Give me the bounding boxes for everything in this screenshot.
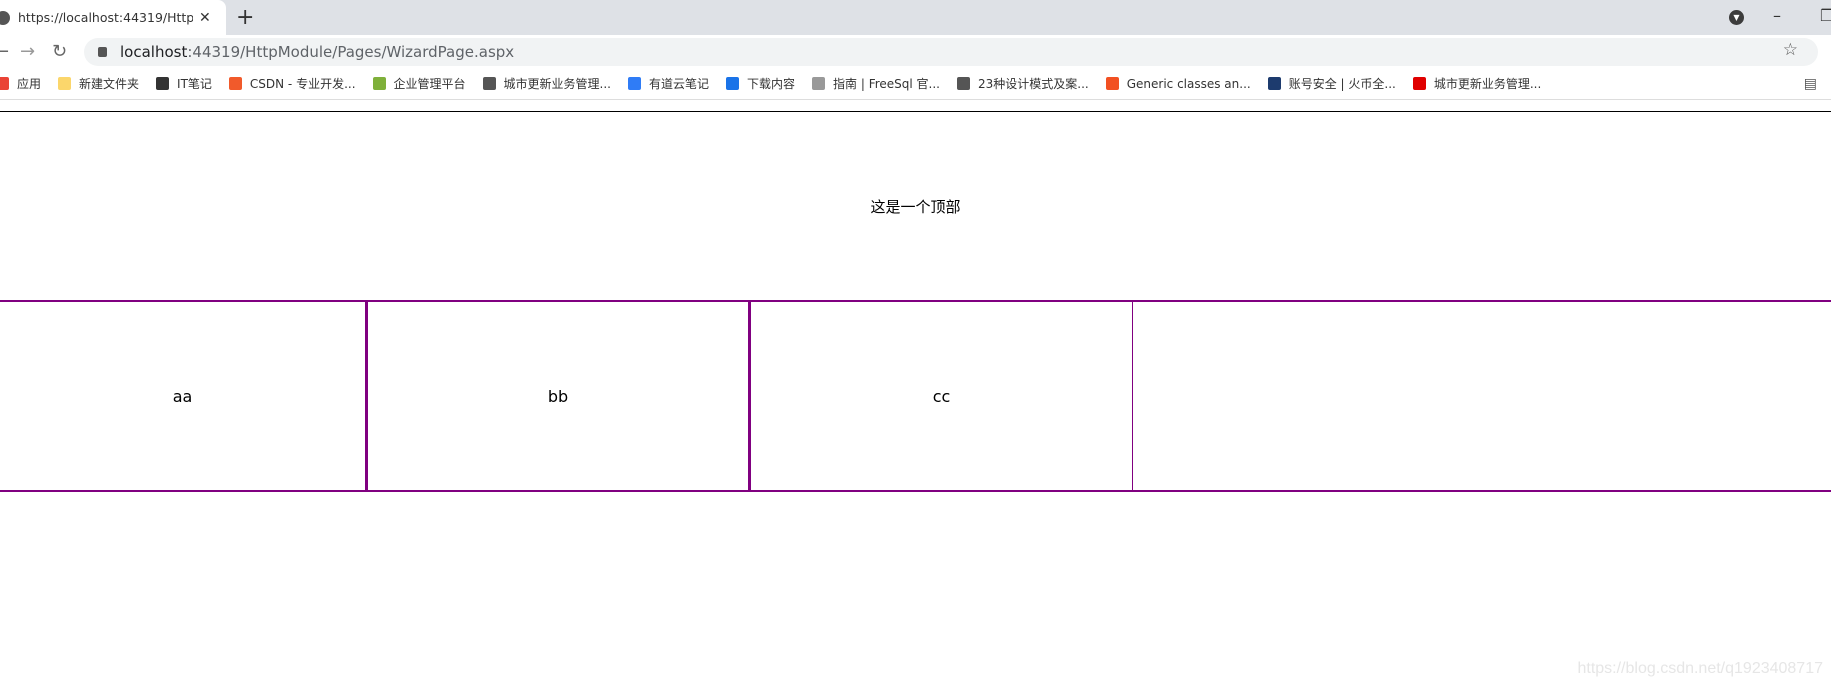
bookmark-item[interactable]: 新建文件夹: [58, 75, 139, 92]
bookmark-label: 指南 | FreeSql 官...: [833, 77, 940, 91]
download-icon: [726, 77, 740, 90]
bookmark-label: 应用: [17, 77, 42, 91]
bookmark-star-icon[interactable]: ☆: [1783, 40, 1798, 60]
bookmark-item[interactable]: 下载内容: [726, 75, 795, 92]
cell-bb: bb: [366, 300, 750, 492]
reading-list-icon[interactable]: ▤: [1804, 76, 1817, 92]
apps-icon: [0, 77, 9, 90]
cell-cc: cc: [749, 300, 1133, 492]
new-tab-button[interactable]: +: [236, 5, 254, 30]
design-icon: [957, 77, 970, 90]
microsoft-icon: [1105, 77, 1119, 90]
lock-icon: [98, 47, 107, 57]
pen-icon: [156, 77, 170, 90]
forward-button[interactable]: →: [20, 41, 35, 62]
site-icon: [1412, 77, 1426, 90]
bookmark-label: 23种设计模式及案...: [978, 77, 1089, 91]
close-tab-icon[interactable]: ✕: [199, 10, 211, 26]
page-header: 这是一个顶部: [870, 197, 961, 216]
back-button[interactable]: ←: [0, 41, 9, 62]
bookmark-item[interactable]: 企业管理平台: [372, 75, 466, 92]
huobi-icon: [1267, 77, 1281, 90]
toolbar: ← → ↻ localhost:44319/HttpModule/Pages/W…: [0, 35, 1831, 68]
bookmarks-bar: 应用 新建文件夹 IT笔记 CSDN - 专业开发... 企业管理平台 城市更新业务管理.…: [0, 68, 1831, 100]
minimize-button[interactable]: –: [1773, 6, 1781, 25]
freesql-icon: [812, 77, 826, 90]
bookmark-item[interactable]: 城市更新业务管理...: [1412, 75, 1542, 92]
bookmark-item[interactable]: Generic classes an...: [1105, 76, 1251, 91]
globe-icon: [0, 10, 10, 25]
bookmark-item[interactable]: 应用: [0, 75, 41, 92]
bookmark-label: CSDN - 专业开发...: [249, 77, 356, 91]
bookmark-item[interactable]: 城市更新业务管理...: [482, 75, 611, 92]
bookmark-item[interactable]: IT笔记: [156, 75, 212, 92]
platform-icon: [372, 77, 386, 90]
bookmark-label: 城市更新业务管理...: [1433, 77, 1542, 91]
bookmark-label: 城市更新业务管理...: [503, 77, 611, 91]
watermark: https://blog.csdn.net/q1923408717: [1577, 660, 1823, 677]
bookmark-item[interactable]: 账号安全 | 火币全...: [1267, 75, 1396, 92]
restore-button[interactable]: ❐: [1820, 6, 1831, 25]
bookmark-label: Generic classes an...: [1126, 76, 1251, 91]
bookmark-label: 账号安全 | 火币全...: [1288, 77, 1396, 91]
page-content: 这是一个顶部 aa bb cc: [0, 111, 1831, 690]
bookmark-label: 企业管理平台: [393, 77, 466, 91]
bookmark-item[interactable]: 指南 | FreeSql 官...: [812, 75, 940, 92]
reload-button[interactable]: ↻: [52, 41, 67, 62]
tab-search-icon[interactable]: ▼: [1729, 10, 1744, 25]
tab-title: https://localhost:44319/HttpModule/Pages…: [18, 10, 193, 25]
browser-tab[interactable]: https://localhost:44319/HttpModule/Pages…: [0, 0, 226, 35]
cell-aa: aa: [0, 300, 367, 492]
folder-icon: [58, 77, 72, 90]
bookmark-item[interactable]: CSDN - 专业开发...: [228, 75, 356, 92]
bookmark-label: IT笔记: [177, 77, 212, 91]
globe-icon: [482, 77, 496, 90]
address-bar[interactable]: localhost:44319/HttpModule/Pages/WizardP…: [84, 38, 1818, 66]
bookmark-label: 下载内容: [747, 77, 796, 91]
youdao-icon: [628, 77, 641, 90]
bookmark-label: 有道云笔记: [649, 77, 710, 91]
bookmark-item[interactable]: 有道云笔记: [628, 75, 709, 92]
bookmark-item[interactable]: 23种设计模式及案...: [957, 75, 1089, 92]
csdn-icon: [228, 77, 242, 90]
tab-bar: https://localhost:44319/HttpModule/Pages…: [0, 0, 1831, 35]
bookmark-label: 新建文件夹: [79, 77, 140, 91]
url-text: localhost:44319/HttpModule/Pages/WizardP…: [120, 43, 515, 61]
